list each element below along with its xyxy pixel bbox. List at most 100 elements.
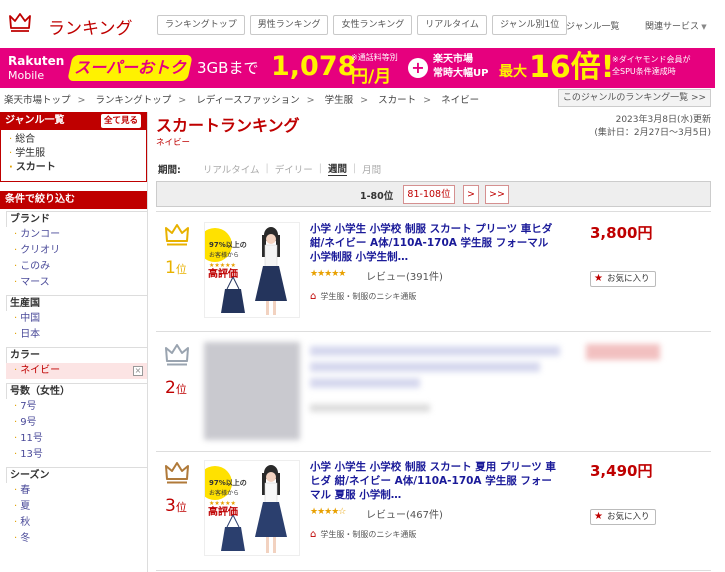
filter-section-title: カラー [6, 347, 147, 363]
filter-section-title: シーズン [6, 467, 147, 483]
banner-max: 最大 [499, 64, 527, 80]
top-nav: ランキングトップ 男性ランキング 女性ランキング リアルタイム ジャンル別1位 [157, 15, 568, 35]
review-count-link[interactable]: レビュー(391件) [366, 268, 443, 283]
product-title-link[interactable]: 小学 小学生 小学校 制服 スカート プリーツ 車ヒダ 紺/ネイビー A体/11… [310, 222, 560, 264]
nav-female-ranking[interactable]: 女性ランキング [333, 15, 413, 35]
filter-header: 条件で絞り込む [0, 191, 147, 209]
svg-text:お客様から: お客様から [209, 251, 239, 259]
filter-option[interactable]: · 7号 [6, 399, 147, 415]
star-rating-icon: ★★★★☆ [310, 507, 346, 517]
filter-option[interactable]: · 13号 [6, 447, 147, 463]
updated-date: 2023年3月8日(水)更新 [615, 115, 711, 125]
period-daily[interactable]: デイリー [275, 162, 313, 176]
svg-text:★★★★★: ★★★★★ [209, 262, 236, 269]
shop-home-icon: ⌂ [310, 529, 317, 540]
filter-option-selected[interactable]: · ネイビー × [6, 363, 147, 379]
sidebar: ジャンル一覧 全て見る · 総合 · 学生服 · スカート 条件で絞り込む ブランド … [0, 112, 147, 547]
nav-ranking-top[interactable]: ランキングトップ [157, 15, 245, 35]
banner-gb-text: 3GBまで [197, 59, 259, 77]
filter-option[interactable]: · 11号 [6, 431, 147, 447]
svg-text:97%以上の: 97%以上の [209, 478, 247, 487]
blurred-price [586, 344, 660, 360]
crown-bronze-icon [165, 462, 189, 484]
sidebar-item-skirt[interactable]: · スカート [9, 161, 141, 175]
super-deal-badge: スーパーおトク [67, 55, 193, 81]
breadcrumb-item[interactable]: レディースファッション [196, 95, 299, 106]
filter-option[interactable]: · 春 [6, 483, 147, 499]
sidebar-item-uniform[interactable]: · 学生服 [9, 147, 141, 161]
period-monthly[interactable]: 月間 [362, 162, 381, 176]
update-info: 2023年3月8日(水)更新 (集計日：2月27日～3月5日) [594, 114, 711, 140]
banner-price: 1,078 [271, 51, 357, 82]
period-weekly[interactable]: 週間 [327, 161, 347, 176]
product-price: 3,490円 [590, 462, 653, 480]
ranking-item: 3位 97%以上の お客様から ★★★★★ 高評価 小学 小学生 小学校 制服 … [156, 460, 711, 560]
period-realtime[interactable]: リアルタイム [203, 162, 260, 176]
next-range-button[interactable]: 81-108位 [403, 185, 455, 204]
ranking-item: 1位 97%以上の お客様から ★★★★★ 高評価 小学 小学生 小学校 制服 … [156, 222, 711, 322]
shop-link[interactable]: ⌂ 学生服・制服のニシキ通販 [310, 529, 416, 540]
divider [156, 331, 711, 332]
genre-list: · 総合 · 学生服 · スカート [0, 130, 147, 182]
breadcrumb-item[interactable]: スカート [378, 95, 416, 106]
promo-banner[interactable]: Rakuten Mobile スーパーおトク 3GBまで 1,078 ※通話料等別… [0, 48, 715, 88]
shop-link[interactable]: ⌂ 学生服・制服のニシキ通販 [310, 291, 416, 302]
breadcrumb-item[interactable]: 楽天市場トップ [4, 95, 71, 106]
next-page-button[interactable]: > [463, 185, 479, 204]
genre-ranking-list-button[interactable]: このジャンルのランキング一覧 >> [558, 89, 711, 107]
filter-option[interactable]: · このみ [6, 259, 147, 275]
star-icon: ★ [594, 273, 603, 284]
pagination: 1-80位 81-108位 > >> [156, 181, 711, 207]
nav-genre-first[interactable]: ジャンル別1位 [491, 15, 568, 35]
filter-option[interactable]: · 9号 [6, 415, 147, 431]
period-selector: 期間: リアルタイム | デイリー | 週間 | 月間 [158, 161, 382, 176]
crown-silver-icon [165, 344, 189, 366]
see-all-button[interactable]: 全て見る [100, 114, 141, 128]
filter-option[interactable]: · 中国 [6, 311, 147, 327]
favorite-button[interactable]: ★ お気に入り [590, 509, 656, 525]
sidebar-item-all[interactable]: · 総合 [9, 133, 141, 147]
nav-realtime[interactable]: リアルタイム [417, 15, 487, 35]
divider [156, 451, 711, 452]
filter-size: 号数（女性） · 7号 · 9号 · 11号 · 13号 [0, 383, 147, 463]
breadcrumb-item[interactable]: 学生服 [325, 95, 354, 106]
review-count-link[interactable]: レビュー(467件) [366, 506, 443, 521]
product-photo: 97%以上の お客様から ★★★★★ 高評価 [205, 227, 287, 315]
filter-option[interactable]: · 秋 [6, 515, 147, 531]
filter-section-title: 生産国 [6, 295, 147, 311]
aggregation-period: (集計日：2月27日～3月5日) [594, 128, 711, 138]
ranking-item: 2位 [156, 342, 711, 442]
product-title-link[interactable]: 小学 小学生 小学校 制服 スカート 夏用 プリーツ 車ヒダ 紺/ネイビー A体… [310, 460, 560, 502]
crown-logo-icon[interactable] [9, 12, 31, 32]
filter-section-title: ブランド [6, 211, 147, 227]
breadcrumb-item[interactable]: ランキングトップ [96, 95, 172, 106]
breadcrumb: 楽天市場トップ > ランキングトップ > レディースファッション > 学生服 > スカー… [4, 95, 480, 106]
related-services-label: 関連サービス [645, 22, 700, 32]
genre-list-link[interactable]: ジャンル一覧 [566, 19, 620, 32]
product-photo: 97%以上の お客様から ★★★★★ 高評価 [205, 465, 287, 553]
breadcrumb-item[interactable]: ネイビー [441, 95, 479, 106]
rank-number: 3位 [165, 496, 187, 516]
filter-option[interactable]: · 日本 [6, 327, 147, 343]
filter-option[interactable]: · クリオリ [6, 243, 147, 259]
filter-option[interactable]: · マース [6, 275, 147, 291]
page-subtitle: ネイビー [156, 138, 191, 148]
product-price: 3,800円 [590, 224, 653, 242]
current-page: 1-80位 [360, 191, 394, 202]
last-page-button[interactable]: >> [485, 185, 509, 204]
favorite-button[interactable]: ★ お気に入り [590, 271, 656, 287]
related-services-link[interactable]: 関連サービス ▼ [645, 19, 707, 32]
clear-filter-icon[interactable]: × [133, 366, 143, 376]
filter-option[interactable]: · 夏 [6, 499, 147, 515]
filter-option[interactable]: · 冬 [6, 531, 147, 547]
nav-male-ranking[interactable]: 男性ランキング [249, 15, 329, 35]
period-label: 期間: [158, 164, 181, 176]
logo-text[interactable]: ランキング [48, 14, 133, 39]
page-title: スカートランキング [156, 116, 300, 135]
filter-season: シーズン · 春 · 夏 · 秋 · 冬 [0, 467, 147, 547]
blurred-title [310, 362, 540, 372]
product-image[interactable]: 97%以上の お客様から ★★★★★ 高評価 [204, 460, 300, 556]
filter-option[interactable]: · カンコー [6, 227, 147, 243]
crown-gold-icon [165, 224, 189, 246]
product-image[interactable]: 97%以上の お客様から ★★★★★ 高評価 [204, 222, 300, 318]
